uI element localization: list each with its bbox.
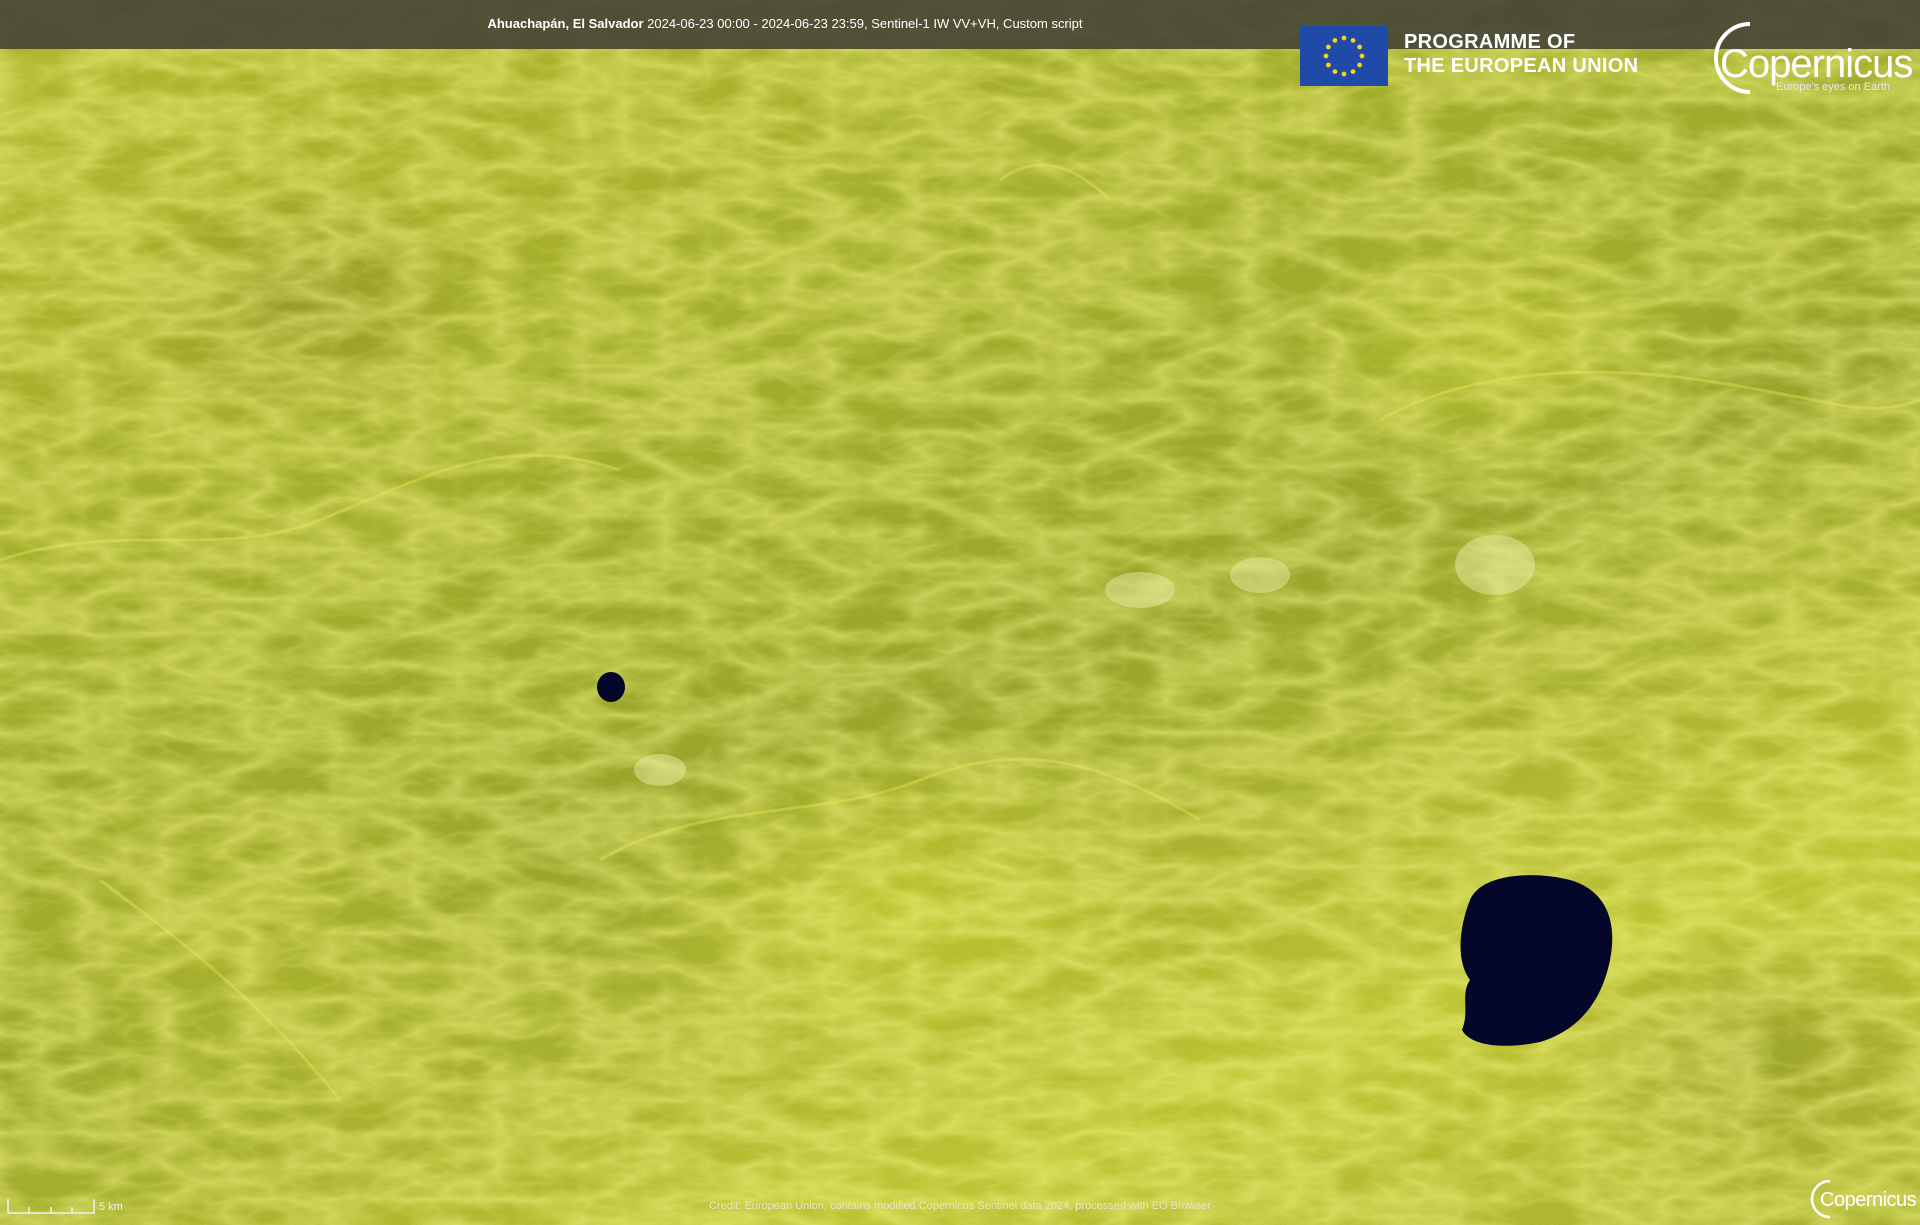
programme-line-1: PROGRAMME OF [1404,31,1576,53]
location-name: Ahuachapán, El Salvador [487,16,644,31]
eu-star [1357,62,1362,68]
programme-line-2: THE EUROPEAN UNION [1404,55,1639,77]
eu-star [1357,44,1362,50]
credit-text: Credit: European Union, contains modifie… [709,1200,1211,1212]
eu-star [1350,38,1356,43]
eu-star [1326,62,1331,68]
settlement [634,754,686,786]
eu-star [1332,38,1338,43]
eu-star [1341,71,1347,77]
programme-label: PROGRAMME OF THE EUROPEAN UNION [1404,30,1638,78]
eu-star [1332,69,1338,74]
copernicus-tagline: Europe's eyes on Earth [1776,81,1891,93]
eu-star [1323,53,1329,59]
eu-stars [1323,35,1365,77]
eu-star [1341,35,1347,41]
terrain-layer [0,0,1920,1225]
settlement [1230,557,1290,593]
acquisition-details: 2024-06-23 00:00 - 2024-06-23 23:59, Sen… [647,16,1083,31]
copernicus-small-wordmark: Copernicus [1820,1189,1917,1211]
eu-star [1326,44,1331,50]
small-lake [597,672,625,702]
eu-star [1350,69,1356,74]
settlement [1455,535,1535,595]
eu-star [1359,53,1365,59]
settlement [1105,572,1175,608]
eu-flag-icon [1300,26,1388,86]
satellite-map[interactable] [0,0,1920,1225]
